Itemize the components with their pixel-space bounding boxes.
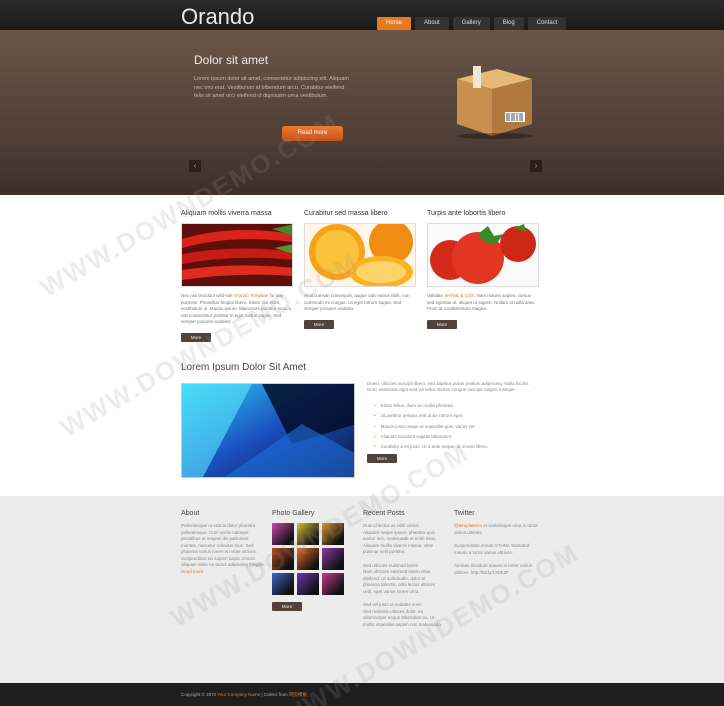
xhtml-css-link[interactable]: XHTML & CSS	[444, 293, 474, 298]
photo-gallery-grid	[272, 523, 352, 595]
site-logo[interactable]: Orando	[181, 4, 254, 30]
gallery-thumb[interactable]	[322, 523, 344, 545]
gallery-thumb[interactable]	[272, 573, 294, 595]
post-text: Sed molestie ultrices dolor, eu ullamcor…	[363, 608, 443, 627]
section-title: Lorem Ipsum Dolor Sit Amet	[181, 362, 307, 373]
hero-text: Lorem ipsum dolor sit amet, consectetur …	[194, 76, 349, 99]
feature-more-button[interactable]: More	[427, 319, 457, 329]
read-more-button[interactable]: Read more	[282, 126, 343, 141]
tweet: @templatemo et scelerisque urna in torto…	[454, 523, 538, 535]
gallery-more-button[interactable]: More	[272, 602, 302, 611]
section-more-button[interactable]: More	[367, 454, 397, 463]
nav-contact[interactable]: Contact	[527, 17, 567, 30]
gallery-thumb[interactable]	[322, 573, 344, 595]
list-item: Aliquam tincidunt sagittis bibendum.	[374, 432, 488, 442]
feature-text: Validate XHTML & CSS. Nam mauris sapien,…	[427, 293, 536, 311]
about-title: About	[181, 510, 200, 517]
gallery-thumb[interactable]	[272, 523, 294, 545]
gallery-thumb[interactable]	[297, 523, 319, 545]
feature-title: Aliquam mollis viverra massa	[181, 210, 272, 217]
tomatoes-image	[427, 223, 539, 287]
nav-about[interactable]: About	[415, 17, 449, 30]
feature-text: Nec nisi tincidunt wild-site Orando Temp…	[181, 293, 292, 324]
post-text: Nam ultricies euismod lorem vitae eleife…	[363, 569, 436, 594]
section-bullet-list: Etiam tellus, diam ac mollis pharetra. U…	[374, 401, 489, 452]
nav-blog[interactable]: Blog	[493, 17, 524, 30]
gallery-title: Photo Gallery	[272, 510, 315, 517]
slider-prev-arrow[interactable]: ‹	[189, 160, 201, 172]
oranges-image	[304, 223, 416, 287]
post-item: Sed ultricies euismod lorem Nam ultricie…	[363, 563, 443, 596]
gallery-thumb[interactable]	[297, 548, 319, 570]
source-link[interactable]: 网页模板	[289, 692, 307, 697]
list-item: Curabitur a mi justo. Ut a ante neque, u…	[374, 442, 489, 452]
top-bar: Orando	[0, 0, 724, 30]
chili-peppers-image	[181, 223, 293, 287]
main-nav: Home About Gallery Blog Contact	[377, 17, 567, 30]
copyright-text: Copyright © 2072 Your Company Name | Col…	[181, 692, 308, 697]
gallery-thumb[interactable]	[297, 573, 319, 595]
orando-template-link[interactable]: Orando Template	[234, 293, 268, 298]
page: Orando Home About Gallery Blog Contact D…	[0, 0, 724, 706]
feature-3: Turpis ante lobortis libero Validate XHT…	[427, 210, 539, 331]
section-text: Donec ultricies suscipit libero, sed dap…	[367, 381, 530, 392]
recent-posts-column: Recent Posts Duis id lectus ac nibh vari…	[363, 510, 443, 635]
twitter-title: Twitter	[454, 510, 475, 517]
footer-widgets: About Pellentesque ut erat at dolor phar…	[0, 496, 724, 683]
about-read-more-link[interactable]: Read more	[181, 569, 203, 574]
about-column: About Pellentesque ut erat at dolor phar…	[181, 510, 265, 575]
company-link[interactable]: Your Company Name	[217, 692, 260, 697]
feature-text: Al accumsan consequat, augue odio varius…	[304, 293, 410, 311]
feature-2: Curabitur sed massa libero Al accumsan c…	[304, 210, 416, 331]
gallery-column: Photo Gallery More	[272, 510, 352, 613]
list-item: Ut porttitor tempus erat dolor rutrum eg…	[374, 411, 488, 421]
post-text: Aliquam neque ipsum, pharetra quis aucto…	[363, 529, 437, 555]
tweet: Suspendisse enean XTHML Standard mauris …	[454, 543, 530, 555]
post-item: Sed vel justo ut sodales nunc Sed molest…	[363, 602, 443, 628]
feature-title: Turpis ante lobortis libero	[427, 210, 506, 217]
tweet: Aenean tincidunt mauris in tortor varius…	[454, 563, 533, 575]
about-text: Pellentesque ut erat at dolor pharetra p…	[181, 523, 265, 574]
gallery-thumb[interactable]	[272, 548, 294, 570]
feature-more-button[interactable]: More	[181, 332, 211, 342]
blue-abstract-image	[181, 383, 355, 478]
list-item: Etiam tellus, diam ac mollis pharetra.	[374, 401, 488, 411]
recent-posts-title: Recent Posts	[363, 510, 405, 517]
hero-slider: Dolor sit amet Lorem ipsum dolor sit ame…	[0, 30, 724, 195]
slider-next-arrow[interactable]: ›	[530, 160, 542, 172]
tweet-user-link[interactable]: @templatemo	[454, 523, 482, 528]
feature-more-button[interactable]: More	[304, 319, 334, 329]
nav-gallery[interactable]: Gallery	[452, 17, 490, 30]
list-item: Mauris justo neque ut imperdiet quis, va…	[374, 422, 488, 432]
cardboard-box-image	[457, 66, 533, 139]
feature-1: Aliquam mollis viverra massa Nec nisi ti…	[181, 210, 293, 344]
nav-home[interactable]: Home	[377, 17, 412, 30]
feature-title: Curabitur sed massa libero	[304, 210, 388, 217]
gallery-thumb[interactable]	[322, 548, 344, 570]
copyright-bar: Copyright © 2072 Your Company Name | Col…	[0, 683, 724, 706]
hero-title: Dolor sit amet	[194, 53, 269, 67]
post-item: Duis id lectus ac nibh varius Aliquam ne…	[363, 523, 443, 556]
twitter-column: Twitter @templatemo et scelerisque urna …	[454, 510, 538, 583]
